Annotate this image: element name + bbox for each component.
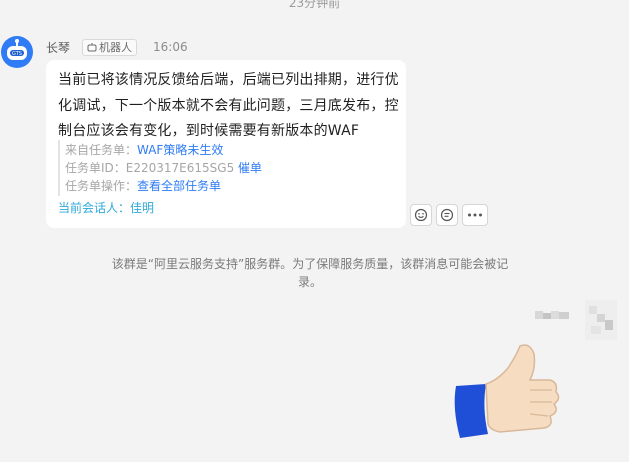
message-time: 16:06 xyxy=(153,40,188,54)
task-op-label: 任务单操作： xyxy=(65,179,138,193)
thumbs-up-icon xyxy=(454,344,560,438)
emoji-icon xyxy=(414,208,428,222)
more-icon xyxy=(468,213,482,217)
task-id-label: 任务单ID： xyxy=(65,161,126,175)
task-id-line: 任务单ID：E220317E615SG5 催单 xyxy=(65,159,262,177)
task-source-link[interactable]: WAF策略未生效 xyxy=(137,143,223,157)
contact-label: 当前会话人： xyxy=(58,201,131,215)
top-timestamp: 23分钟前 xyxy=(288,0,341,10)
thumbs-up-sticker[interactable] xyxy=(450,338,560,458)
bot-tag-label: 机器人 xyxy=(99,41,133,54)
emoji-reaction-button[interactable] xyxy=(410,204,432,226)
blurred-sender-name xyxy=(535,306,571,319)
blurred-avatar[interactable] xyxy=(585,300,617,340)
contact-name[interactable]: 佳明 xyxy=(130,201,154,215)
more-actions-button[interactable] xyxy=(462,204,488,226)
view-all-tasks-link[interactable]: 查看全部任务单 xyxy=(137,179,221,193)
message-text: 当前已将该情况反馈给后端，后端已列出排期，进行优化调试，下一个版本就不会有此问题… xyxy=(58,72,399,139)
quote-reply-button[interactable] xyxy=(436,204,458,226)
sender-row: 长琴 机器人 16:06 xyxy=(46,38,188,56)
robot-icon: GTS xyxy=(7,39,27,60)
avatar[interactable]: GTS xyxy=(1,36,33,68)
message-bubble[interactable]: 当前已将该情况反馈给后端，后端已列出排期，进行优化调试，下一个版本就不会有此问题… xyxy=(46,60,406,228)
meta-divider xyxy=(58,140,60,196)
urge-link[interactable]: 催单 xyxy=(238,161,262,175)
task-source-label: 来自任务单： xyxy=(65,143,138,157)
bot-tag: 机器人 xyxy=(82,38,138,56)
bot-tag-icon xyxy=(87,43,97,52)
task-op-line: 任务单操作：查看全部任务单 xyxy=(65,177,221,195)
avatar-text: GTS xyxy=(12,51,22,57)
sender-name[interactable]: 长琴 xyxy=(46,39,70,56)
task-source-line: 来自任务单：WAF策略未生效 xyxy=(65,141,223,159)
quote-icon xyxy=(440,208,454,222)
task-id-value: E220317E615SG5 xyxy=(125,161,235,175)
message-actions xyxy=(410,204,488,226)
group-notice: 该群是“阿里云服务支持”服务群。为了保障服务质量，该群消息可能会被记录。 xyxy=(111,257,509,289)
current-contact: 当前会话人：佳明 xyxy=(58,199,154,217)
